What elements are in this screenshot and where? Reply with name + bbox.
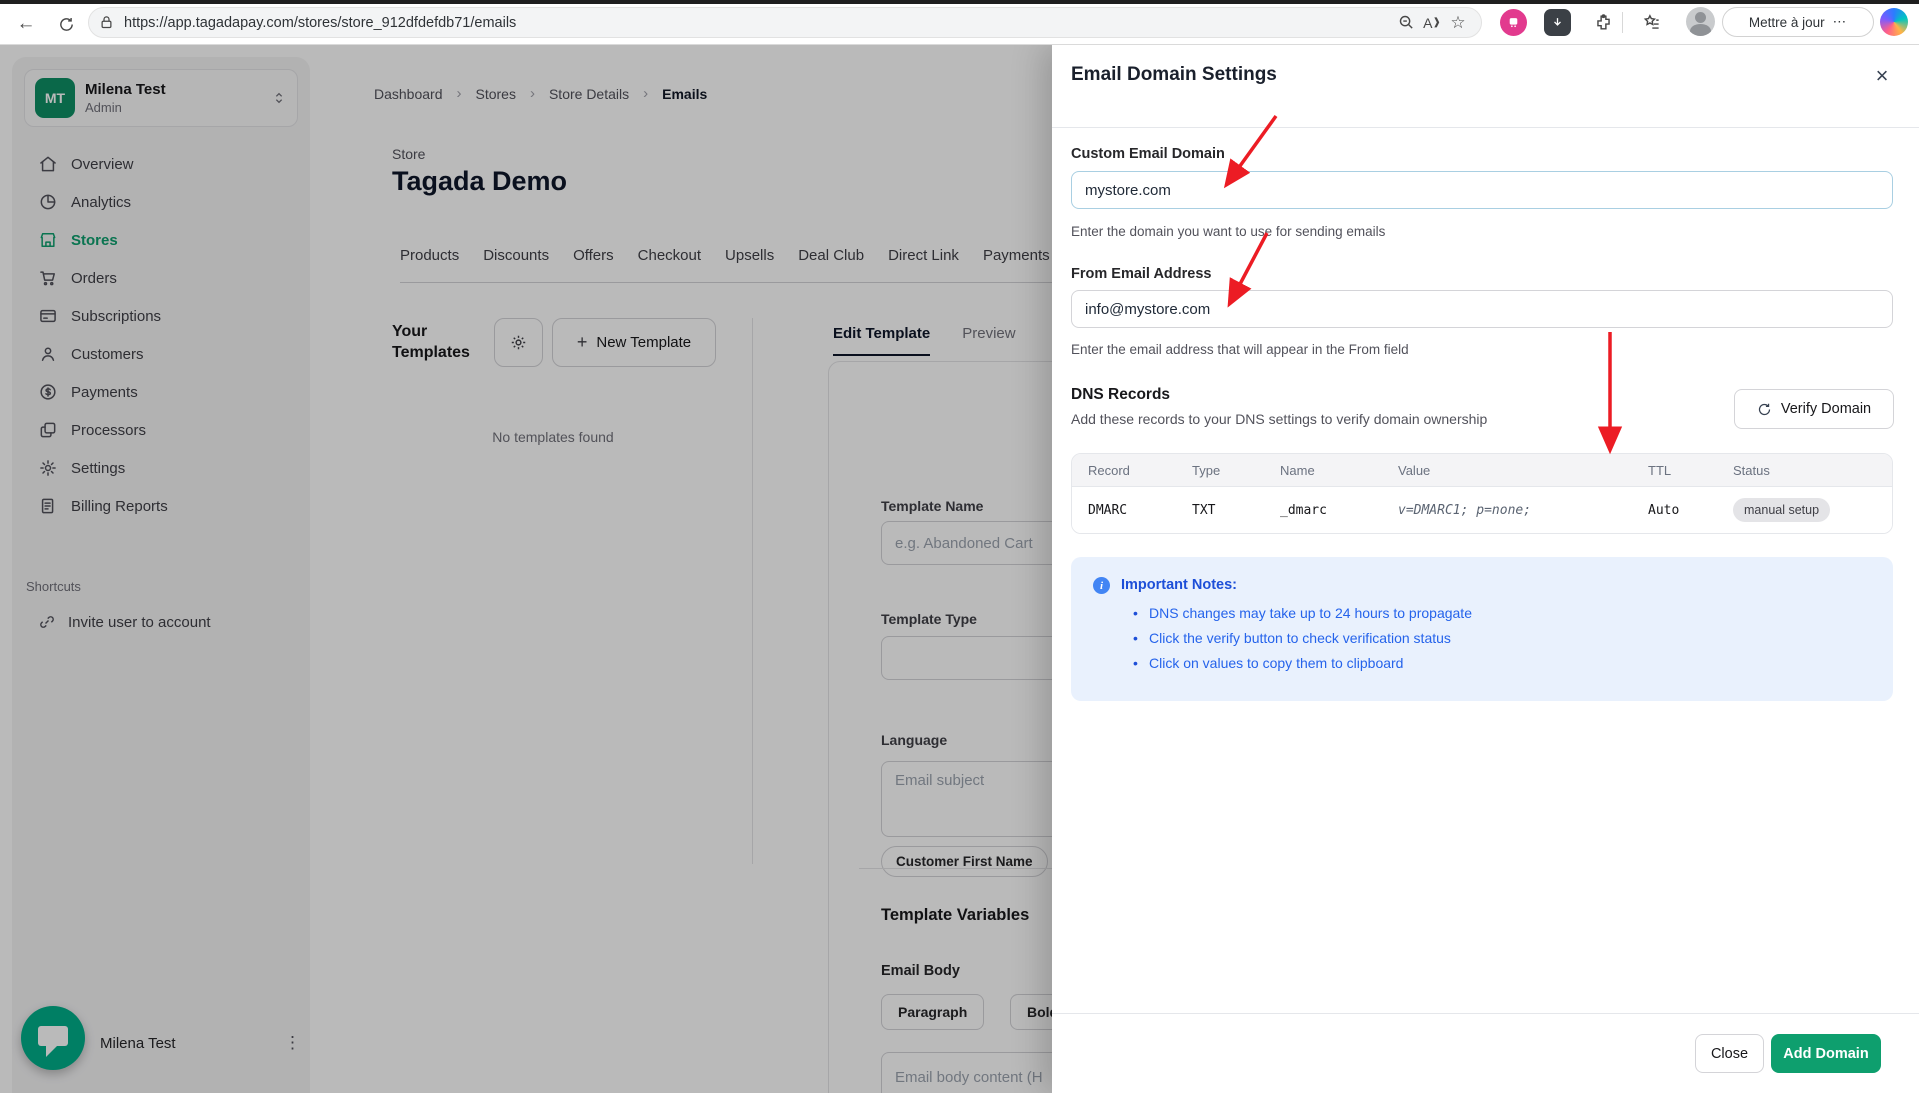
zoom-out-icon[interactable] [1393,10,1419,36]
note-item: Click the verify button to check verific… [1133,630,1472,646]
modal-backdrop[interactable] [0,45,1052,1093]
table-header-record: Record [1072,463,1176,478]
table-header-row: RecordTypeNameValueTTLStatus [1072,454,1892,487]
extensions-puzzle-icon[interactable] [1590,9,1617,36]
cell-ttl: Auto [1632,503,1717,518]
info-icon: i [1093,577,1110,594]
browser-chrome: ← https://app.tagadapay.com/stores/store… [0,0,1919,45]
table-header-name: Name [1264,463,1382,478]
url-bar[interactable]: https://app.tagadapay.com/stores/store_9… [88,7,1482,38]
copilot-icon[interactable] [1880,8,1908,36]
cell-type: TXT [1176,503,1264,518]
refresh-icon [1757,402,1772,417]
important-notes-box: i Important Notes: DNS changes may take … [1071,557,1893,701]
browser-profile-avatar[interactable] [1686,7,1715,36]
status-badge: manual setup [1733,498,1830,522]
favorite-star-icon[interactable]: ☆ [1445,10,1471,36]
note-item: DNS changes may take up to 24 hours to p… [1133,605,1472,621]
screen: ← https://app.tagadapay.com/stores/store… [0,0,1919,1093]
dns-records-subtext: Add these records to your DNS settings t… [1071,411,1487,427]
panel-title: Email Domain Settings [1071,64,1277,86]
collections-icon[interactable] [1638,9,1665,36]
custom-email-domain-helper: Enter the domain you want to use for sen… [1071,224,1385,239]
from-email-address-helper: Enter the email address that will appear… [1071,342,1409,357]
more-options-icon[interactable]: ⋯ [1833,14,1848,30]
app-page: MT Milena Test Admin OverviewAnalyticsSt… [0,45,1919,1093]
dns-records-heading: DNS Records [1071,386,1170,404]
panel-footer: Close Add Domain [1052,1013,1919,1093]
cell-name: _dmarc [1264,503,1382,518]
browser-update-button[interactable]: Mettre à jour ⋯ [1722,7,1874,37]
note-item: Click on values to copy them to clipboar… [1133,655,1472,671]
lock-icon [99,15,114,30]
table-header-type: Type [1176,463,1264,478]
window-edge [0,0,1919,4]
from-email-address-label: From Email Address [1071,266,1211,282]
toolbar-separator [1622,12,1623,33]
add-domain-button[interactable]: Add Domain [1771,1034,1881,1073]
refresh-icon[interactable] [52,10,80,38]
custom-email-domain-input[interactable] [1071,171,1893,209]
cell-value[interactable]: v=DMARC1; p=none; [1382,503,1632,518]
verify-domain-button[interactable]: Verify Domain [1734,389,1894,429]
dark-extension-icon[interactable] [1544,9,1571,36]
custom-email-domain-label: Custom Email Domain [1071,146,1225,162]
table-header-status: Status [1717,463,1892,478]
cell-status: manual setup [1717,498,1892,522]
close-icon[interactable]: × [1867,61,1897,91]
from-email-address-input[interactable] [1071,290,1893,328]
notes-heading: Important Notes: [1121,577,1237,593]
table-header-value: Value [1382,463,1632,478]
dns-records-table: RecordTypeNameValueTTLStatus DMARCTXT_dm… [1071,453,1893,534]
back-icon[interactable]: ← [12,10,40,38]
panel-header-divider [1052,127,1919,128]
read-aloud-icon[interactable]: A❱ [1419,10,1445,36]
url-text[interactable]: https://app.tagadapay.com/stores/store_9… [124,15,1393,31]
table-header-ttl: TTL [1632,463,1717,478]
email-domain-settings-panel: Email Domain Settings × Custom Email Dom… [1052,45,1919,1093]
close-button[interactable]: Close [1695,1034,1764,1073]
pink-extension-icon[interactable] [1500,9,1527,36]
notes-list: DNS changes may take up to 24 hours to p… [1133,605,1472,680]
table-row: DMARCTXT_dmarcv=DMARC1; p=none;Auto manua… [1072,487,1892,533]
cell-record: DMARC [1072,503,1176,518]
